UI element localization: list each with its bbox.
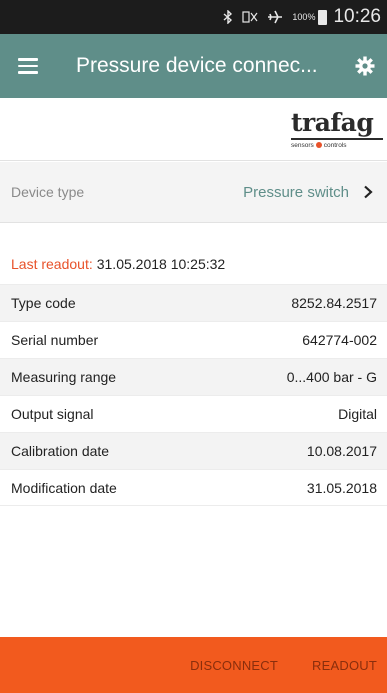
disconnect-button[interactable]: DISCONNECT	[190, 658, 278, 673]
page-title: Pressure device connec...	[76, 54, 318, 77]
clock: 10:26	[333, 6, 381, 27]
row-label: Serial number	[11, 332, 99, 348]
table-row: Modification date 31.05.2018	[0, 469, 387, 506]
divider	[0, 222, 387, 223]
row-label: Measuring range	[11, 369, 117, 385]
status-bar: 100% 10:26	[0, 0, 387, 34]
row-value: 8252.84.2517	[291, 295, 377, 311]
last-readout-label: Last readout:	[11, 256, 93, 272]
logo-dot-icon	[315, 142, 322, 149]
table-row: Output signal Digital	[0, 395, 387, 432]
row-value: 0...400 bar - G	[286, 369, 377, 385]
row-label: Output signal	[11, 406, 94, 422]
chevron-right-icon	[361, 184, 375, 200]
battery-indicator: 100%	[292, 9, 328, 25]
row-value: 10.08.2017	[306, 443, 377, 459]
trafag-logo: trafag sensors controls	[287, 106, 387, 152]
logo-wordmark: trafag	[291, 108, 374, 137]
last-readout: Last readout: 31.05.2018 10:25:32	[11, 256, 225, 272]
last-readout-value: 31.05.2018 10:25:32	[96, 256, 226, 272]
airplane-icon	[267, 10, 283, 24]
logo-underline	[291, 138, 383, 140]
row-value: Digital	[338, 406, 377, 422]
bluetooth-icon	[223, 10, 233, 24]
app-bar: Pressure device connec...	[0, 34, 387, 98]
table-row: Measuring range 0...400 bar - G	[0, 358, 387, 395]
hamburger-icon[interactable]	[0, 34, 56, 98]
no-sim-icon	[242, 11, 258, 23]
device-info-table: Type code 8252.84.2517 Serial number 642…	[0, 284, 387, 506]
divider	[0, 160, 387, 161]
row-label: Type code	[11, 295, 76, 311]
row-value: 31.05.2018	[306, 479, 377, 496]
table-row: Type code 8252.84.2517	[0, 284, 387, 321]
device-type-value: Pressure switch	[243, 183, 349, 201]
logo-area: trafag sensors controls	[0, 98, 387, 160]
battery-percent: 100%	[292, 12, 316, 22]
row-label: Modification date	[11, 479, 117, 496]
table-row: Calibration date 10.08.2017	[0, 432, 387, 469]
row-label: Calibration date	[11, 443, 110, 459]
bottom-action-bar: DISCONNECT READOUT	[0, 637, 387, 693]
device-type-row[interactable]: Device type Pressure switch	[0, 162, 387, 222]
readout-button[interactable]: READOUT	[312, 658, 377, 673]
logo-tagline: sensors controls	[291, 142, 347, 149]
battery-icon	[318, 9, 328, 25]
device-type-label: Device type	[11, 184, 85, 200]
gear-icon[interactable]	[343, 34, 387, 98]
row-value: 642774-002	[302, 332, 377, 348]
table-row: Serial number 642774-002	[0, 321, 387, 358]
